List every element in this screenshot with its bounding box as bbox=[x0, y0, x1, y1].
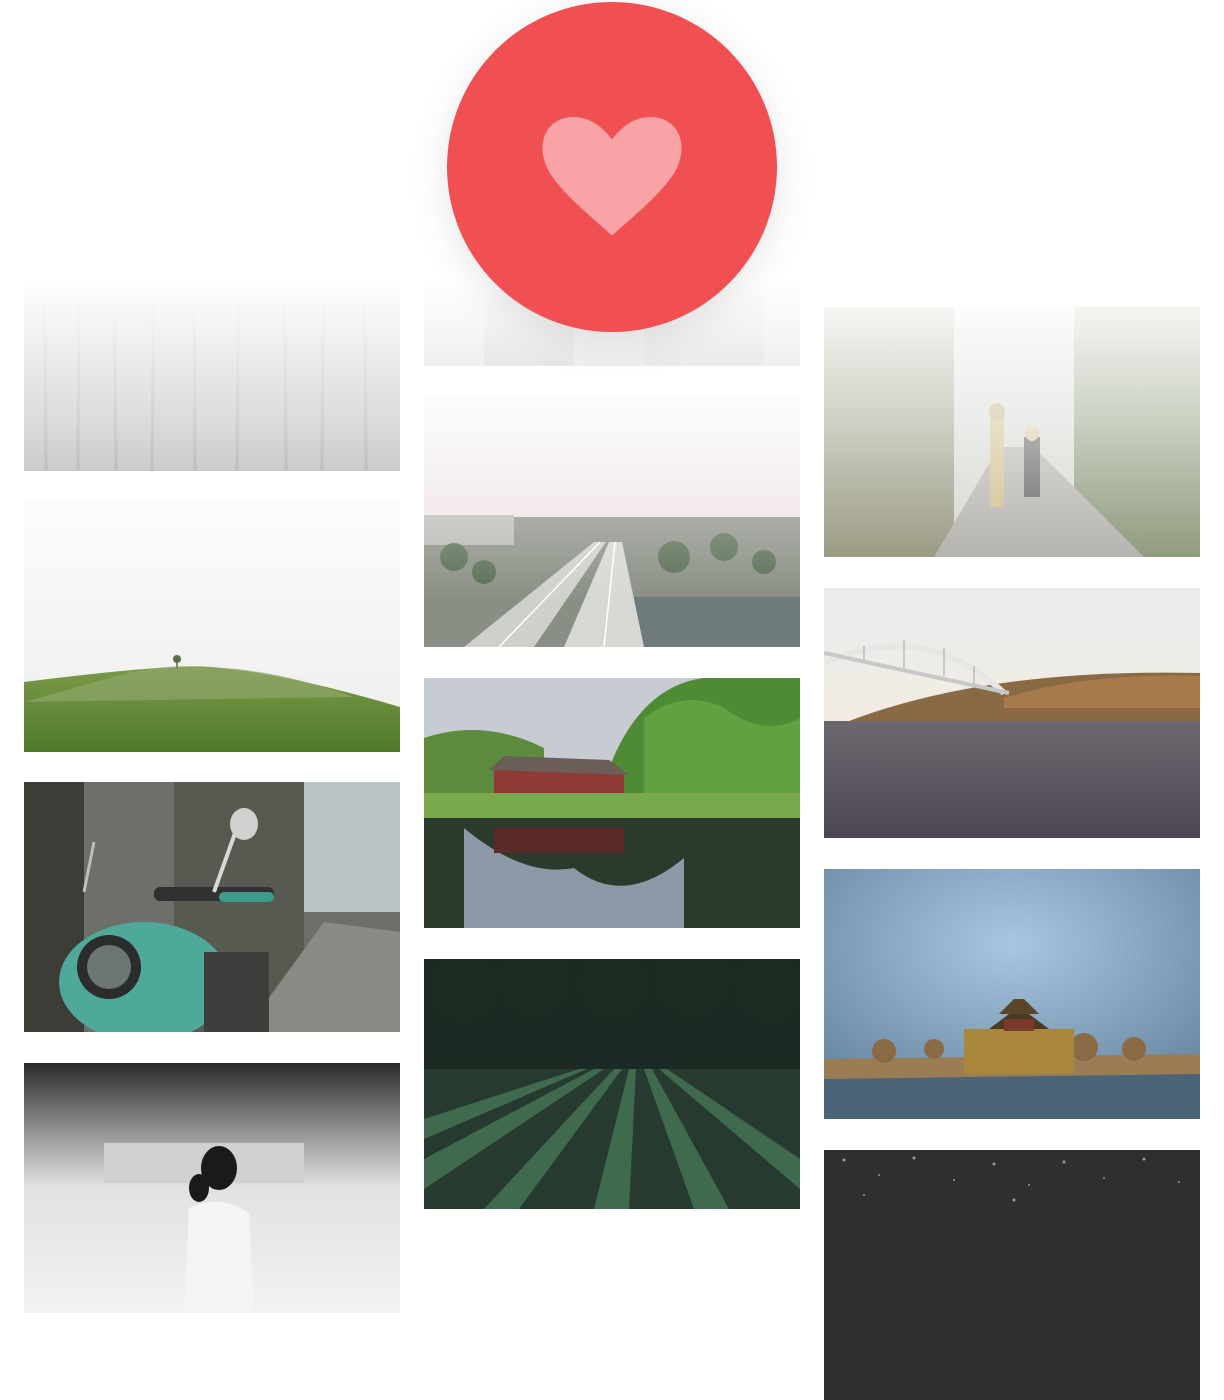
photo-red-cabin-lake[interactable] bbox=[424, 678, 800, 928]
photo-arch-bridge[interactable] bbox=[824, 588, 1200, 838]
photo-tea-field[interactable] bbox=[424, 959, 800, 1209]
photo-misty-forest[interactable] bbox=[24, 221, 400, 471]
photo-palace-tower[interactable] bbox=[824, 869, 1200, 1119]
like-button[interactable] bbox=[447, 2, 777, 332]
photo-dark-starry[interactable] bbox=[824, 1150, 1200, 1400]
photo-garden-path[interactable] bbox=[824, 307, 1200, 557]
heart-icon bbox=[447, 2, 777, 332]
photo-woman-bw[interactable] bbox=[24, 1063, 400, 1313]
photo-teal-scooter[interactable] bbox=[24, 782, 400, 1032]
photo-green-hill[interactable] bbox=[24, 502, 400, 752]
photo-city-highway[interactable] bbox=[424, 397, 800, 647]
